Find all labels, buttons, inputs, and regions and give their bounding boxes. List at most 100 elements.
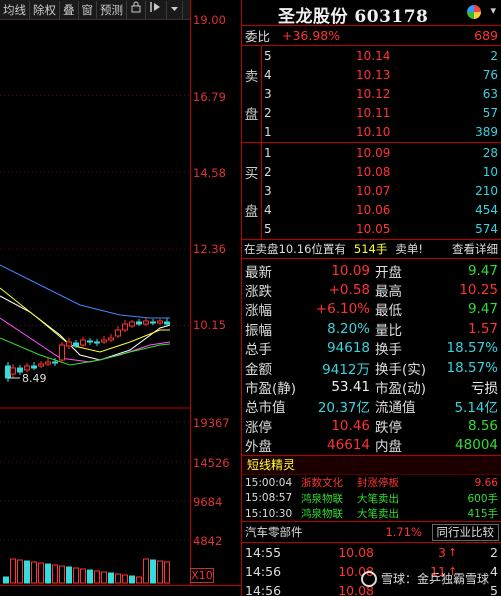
- sell-level: 2: [264, 106, 272, 121]
- sell-row[interactable]: 2 10.11 57: [242, 104, 501, 123]
- volume-bar: [157, 560, 163, 584]
- candle-body: [66, 341, 72, 347]
- candle-body: [73, 342, 79, 347]
- volume-bar: [129, 575, 135, 584]
- tick-time: 14:55: [245, 545, 282, 561]
- quote-label: 涨幅: [245, 303, 272, 320]
- volume-bar: [66, 566, 72, 584]
- elf-value: 415手: [467, 508, 498, 521]
- color-wheel-icon[interactable]: [467, 5, 481, 19]
- volume-bar: [10, 558, 16, 584]
- quote-row: 最新 10.09 开盘 9.47: [242, 261, 501, 281]
- volume-bar: [31, 561, 37, 584]
- quote-value: 8.56: [467, 417, 498, 434]
- sell-level: 3: [264, 86, 272, 101]
- buy-level: 4: [264, 203, 272, 218]
- sell-row[interactable]: 3 10.12 63: [242, 84, 501, 103]
- tick-price: 10.08: [338, 545, 374, 561]
- buy-row[interactable]: 2 10.08 10: [242, 162, 501, 181]
- elf-row[interactable]: 15:10:30 鸿泉物联 大笔卖出 415手: [242, 506, 501, 522]
- sell-price: 10.13: [356, 67, 391, 82]
- quote-label: 最高: [375, 283, 402, 300]
- quote-value: 5.14亿: [454, 400, 498, 417]
- sell-book: 卖 盘 5 10.14 2 4 10.13 76 3 10.12 63 2 10.11 57 1 10.1…: [242, 46, 501, 143]
- quote-value: 1.57: [467, 320, 498, 337]
- quote-label: 总市值: [245, 400, 286, 417]
- price-axis-label: 16.79: [193, 90, 226, 104]
- axis-divider: [190, 0, 191, 585]
- scale-button[interactable]: X10: [190, 568, 214, 583]
- view-detail-link[interactable]: 查看详细: [452, 241, 501, 257]
- price-axis-label: 12.36: [193, 242, 226, 256]
- quote-label: 振幅: [245, 322, 272, 339]
- quote-label: 换手(实): [375, 361, 427, 378]
- industry-compare-button[interactable]: 同行业比较: [431, 523, 499, 541]
- volume-bar: [3, 576, 9, 584]
- buy-row[interactable]: 4 10.06 454: [242, 201, 501, 220]
- trade-alert-position: 在卖盘10.16位置有: [244, 241, 346, 256]
- volume-axis-label: 14526: [193, 456, 230, 470]
- candle-body: [122, 323, 128, 331]
- moving-average-line: [0, 295, 171, 361]
- quote-value: 18.57%: [446, 340, 498, 357]
- sector-row: 汽车零部件 1.71% 同行业比较: [242, 522, 501, 544]
- volume-bar: [45, 563, 51, 584]
- candle-body: [157, 320, 163, 324]
- candle-body: [24, 365, 30, 371]
- elf-event: 大笔卖出: [357, 492, 399, 505]
- quote-label: 最新: [245, 264, 272, 281]
- candle-body: [59, 344, 65, 361]
- volume-bar: [73, 567, 79, 584]
- elf-row[interactable]: 15:00:04 浙数文化 封涨停板 9.66: [242, 475, 501, 491]
- buy-level: 1: [264, 145, 272, 160]
- quote-value: +6.10%: [315, 301, 370, 318]
- buy-row[interactable]: 3 10.07 210: [242, 181, 501, 200]
- quote-value: +0.58: [328, 281, 370, 298]
- volume-bar: [122, 574, 128, 584]
- sell-volume: 76: [482, 67, 498, 82]
- quote-value: 9.47: [467, 301, 498, 318]
- quote-value: 10.46: [331, 417, 370, 434]
- quote-value: 48004: [455, 437, 498, 454]
- elf-time: 15:00:04: [245, 476, 293, 489]
- volume-bar: [24, 560, 30, 584]
- sector-name[interactable]: 汽车零部件: [242, 524, 362, 540]
- sell-row[interactable]: 5 10.14 2: [242, 46, 501, 65]
- kline-chart-panel[interactable]: 均线 除权 叠 窗 预测 8.49 19.00 16.79 14.58 12.3…: [0, 0, 241, 596]
- sell-row[interactable]: 1 10.10 389: [242, 123, 501, 142]
- quote-label: 涨停: [245, 419, 272, 436]
- buy-volume: 28: [482, 145, 498, 160]
- elf-time: 15:08:57: [245, 492, 293, 505]
- buy-row[interactable]: 5 10.05 574: [242, 220, 501, 239]
- sell-row[interactable]: 4 10.13 76: [242, 65, 501, 84]
- elf-event: 大笔卖出: [357, 508, 399, 521]
- sell-price: 10.12: [356, 86, 391, 101]
- sell-side-label: 卖 盘: [242, 46, 262, 142]
- stock-title: 圣龙股份 603178: [278, 7, 429, 27]
- candle-body: [45, 361, 51, 365]
- elf-row[interactable]: 15:08:57 鸿泉物联 大笔卖出 600手: [242, 490, 501, 506]
- buy-price: 10.06: [356, 203, 391, 218]
- quote-label: 流通值: [375, 400, 416, 417]
- candle-body: [101, 339, 107, 343]
- tick-time: 14:56: [245, 564, 282, 580]
- quote-value: 9.47: [467, 262, 498, 279]
- quote-label: 市盈(静): [245, 380, 297, 397]
- elf-title[interactable]: 短线精灵: [242, 455, 501, 475]
- candle-body: [31, 365, 37, 369]
- buy-volume: 10: [482, 164, 498, 179]
- candle-body: [150, 321, 156, 324]
- sell-volume: 2: [490, 48, 498, 63]
- short-term-elf: 短线精灵 15:00:04 浙数文化 封涨停板 9.66 15:08:57 鸿泉物联 大笔卖…: [242, 455, 501, 523]
- buy-row[interactable]: 1 10.09 28: [242, 143, 501, 162]
- chevron-down-icon[interactable]: ▾: [490, 4, 496, 17]
- buy-book: 买 盘 1 10.09 28 2 10.08 10 3 10.07 210 4 10.06 454 5 1…: [242, 142, 501, 240]
- buy-volume: 210: [475, 183, 498, 198]
- quote-row: 涨跌 +0.58 最高 10.25: [242, 280, 501, 300]
- candle-body: [38, 363, 44, 367]
- sell-level: 5: [264, 48, 272, 63]
- candle-body: [94, 341, 100, 344]
- quote-value: 18.57%: [446, 359, 498, 376]
- quote-row: 涨幅 +6.10% 最低 9.47: [242, 300, 501, 319]
- candle-body: [115, 329, 121, 337]
